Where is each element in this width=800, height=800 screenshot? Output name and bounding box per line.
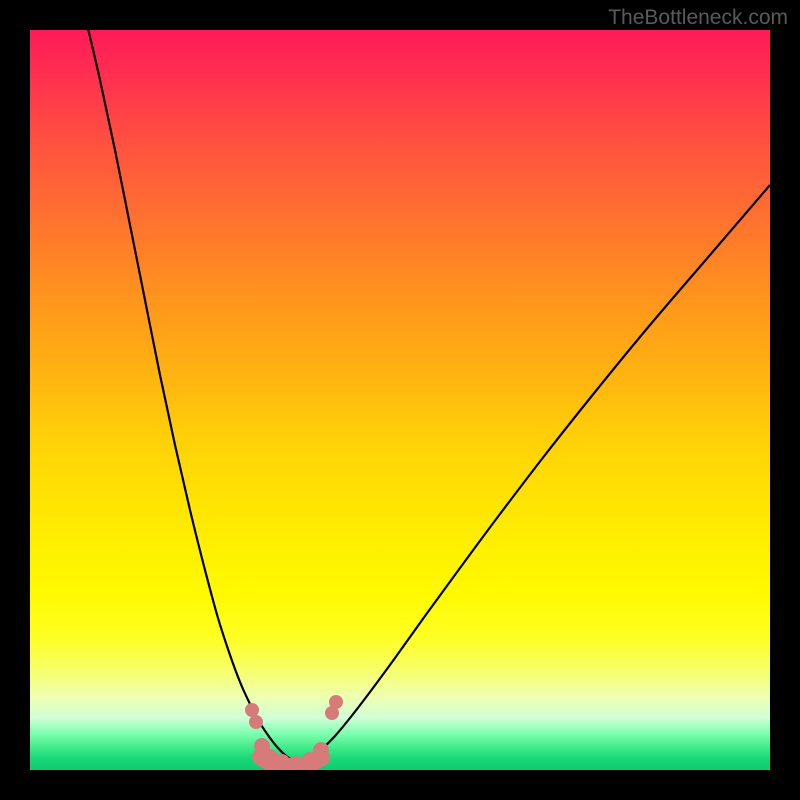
data-dot (249, 715, 263, 729)
left-curve-line (86, 30, 298, 764)
right-curve-line (298, 185, 770, 764)
chart-svg (30, 30, 770, 770)
watermark-text: TheBottleneck.com (608, 6, 788, 30)
chart-gradient-background (30, 30, 770, 770)
data-dot (274, 754, 290, 770)
data-dot (245, 703, 259, 717)
data-dot (329, 695, 343, 709)
data-dot (313, 742, 329, 758)
